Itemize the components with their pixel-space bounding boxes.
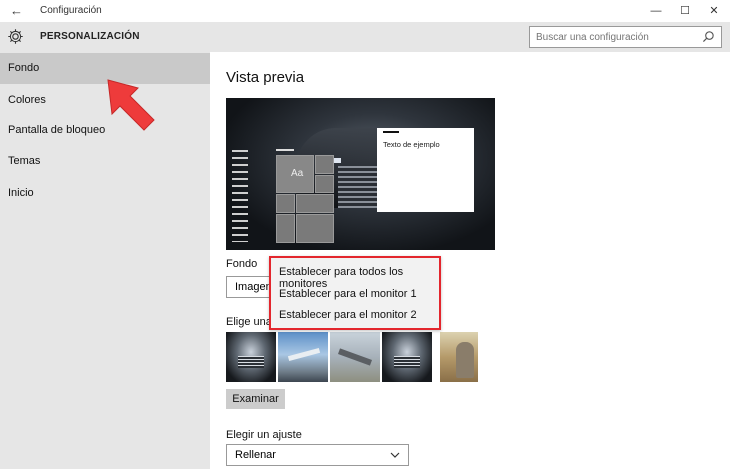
fondo-select-value: Imagen xyxy=(235,281,272,293)
close-button[interactable]: ✕ xyxy=(700,2,728,20)
gear-icon xyxy=(8,29,23,44)
preview-window-titlebar xyxy=(383,131,399,133)
back-arrow-icon[interactable]: ← xyxy=(10,3,23,18)
thumbnail-car-1[interactable] xyxy=(226,332,276,382)
picture-thumbnails xyxy=(226,332,486,382)
preview-tile xyxy=(315,175,334,193)
menu-item-all-monitors[interactable]: Establecer para todos los monitores xyxy=(279,266,439,290)
search-input[interactable] xyxy=(530,27,700,48)
fondo-label: Fondo xyxy=(226,258,258,270)
fit-label: Elegir un ajuste xyxy=(226,429,302,441)
thumbnail-airplane[interactable] xyxy=(278,332,328,382)
fit-select[interactable]: Rellenar xyxy=(226,444,409,466)
minimize-button[interactable]: — xyxy=(642,2,670,20)
section-title: PERSONALIZACIÓN xyxy=(40,31,140,42)
preview-start-tiles: Aa xyxy=(276,155,334,243)
red-arrow-annotation-icon xyxy=(107,79,155,131)
sidebar-item-temas[interactable]: Temas xyxy=(0,146,210,177)
preview-tile-text: Aa xyxy=(291,168,304,179)
preview-start-list xyxy=(232,150,248,242)
preview-start-bar xyxy=(276,149,294,151)
title-bar: ← Configuración — ☐ ✕ xyxy=(0,0,730,22)
preview-image: Aa Texto de ejemplo xyxy=(226,98,495,250)
window-title: Configuración xyxy=(40,5,102,16)
chevron-down-icon xyxy=(390,452,400,458)
preview-tile xyxy=(296,214,334,243)
search-icon[interactable] xyxy=(702,30,715,43)
preview-sample-text: Texto de ejemplo xyxy=(383,140,440,149)
preview-window: Texto de ejemplo xyxy=(377,128,474,212)
fit-select-value: Rellenar xyxy=(235,449,276,461)
sidebar-item-inicio[interactable]: Inicio xyxy=(0,178,210,209)
preview-tile xyxy=(296,194,334,213)
maximize-button[interactable]: ☐ xyxy=(671,2,699,20)
menu-item-monitor-1[interactable]: Establecer para el monitor 1 xyxy=(279,288,417,300)
preview-tile xyxy=(276,194,295,213)
preview-tile xyxy=(276,214,295,243)
thumbnail-jet[interactable] xyxy=(330,332,380,382)
preview-tile xyxy=(315,155,334,174)
menu-item-monitor-2[interactable]: Establecer para el monitor 2 xyxy=(279,309,417,321)
page-header: PERSONALIZACIÓN xyxy=(0,22,730,52)
thumbnail-beach[interactable] xyxy=(440,332,478,382)
set-wallpaper-menu: Establecer para todos los monitores Esta… xyxy=(269,256,441,330)
preview-heading: Vista previa xyxy=(226,69,305,86)
search-box[interactable] xyxy=(529,26,722,48)
preview-tile: Aa xyxy=(276,155,314,193)
thumbnail-car-2[interactable] xyxy=(382,332,432,382)
browse-button[interactable]: Examinar xyxy=(226,389,285,409)
